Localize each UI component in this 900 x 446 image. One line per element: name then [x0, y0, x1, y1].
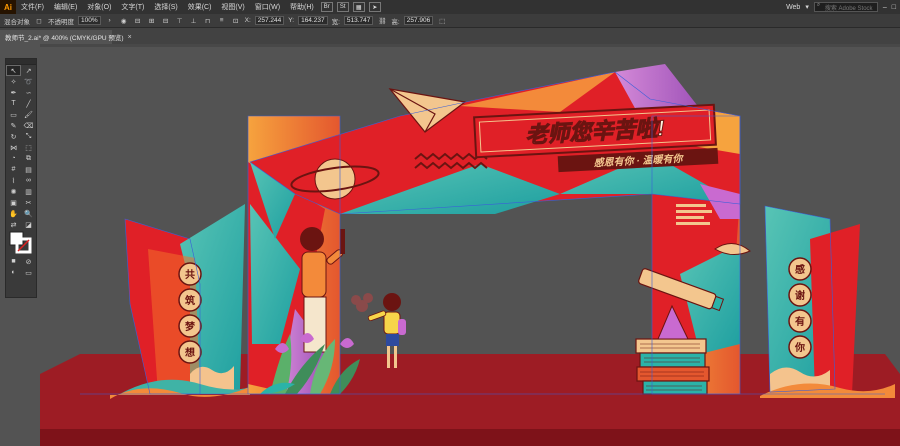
menu-file[interactable]: 文件(F) [16, 2, 49, 12]
recolor-icon[interactable]: ◉ [119, 16, 129, 25]
w-input[interactable]: 513.747 [343, 16, 374, 25]
screen-mode-icon[interactable]: ▭ [21, 267, 36, 278]
menu-bar: Ai 文件(F) 编辑(E) 对象(O) 文字(T) 选择(S) 效果(C) 视… [0, 0, 900, 14]
curvature-tool-icon[interactable]: ∽ [21, 87, 36, 98]
distribute-icon[interactable]: ≡ [217, 16, 227, 25]
chevron-right-icon[interactable]: › [105, 16, 115, 25]
y-label: Y: [288, 17, 295, 24]
align-center-icon[interactable]: ⊞ [147, 16, 157, 25]
paintbrush-tool-icon[interactable]: 🖌 [21, 109, 36, 120]
artboard-edge [40, 44, 900, 47]
minimize-icon[interactable]: – [883, 4, 887, 11]
selection-tool-icon[interactable]: ↖ [6, 65, 21, 76]
menu-select[interactable]: 选择(S) [149, 2, 182, 12]
right-flag-char: 感 [795, 263, 805, 276]
none-mode-icon[interactable]: ⊘ [21, 256, 36, 267]
stage-front-shadow [40, 429, 900, 446]
chevron-down-icon[interactable]: ▾ [805, 3, 809, 11]
gradient-tool-icon[interactable]: ▤ [21, 164, 36, 175]
menu-type[interactable]: 文字(T) [116, 2, 149, 12]
swap-colors-icon[interactable]: ⇄ [6, 219, 21, 230]
direct-selection-tool-icon[interactable]: ↗ [21, 65, 36, 76]
menu-view[interactable]: 视图(V) [216, 2, 249, 12]
align-middle-icon[interactable]: ⊥ [189, 16, 199, 25]
artboard-tool-icon[interactable]: ▣ [6, 197, 21, 208]
maximize-icon[interactable]: □ [892, 4, 896, 11]
send-icon[interactable]: ➤ [368, 2, 381, 12]
right-flag-char: 有 [795, 315, 805, 328]
document-tab-bar: 教师节_2.ai* @ 400% (CMYK/GPU 预览) × [0, 28, 900, 44]
pen-tool-icon[interactable]: ✒ [6, 87, 21, 98]
left-flag-char: 筑 [185, 294, 195, 307]
control-bar: 混合对象 ◻ 不透明度 100% › ◉ ⊟ ⊞ ⊟ ⊤ ⊥ ⊓ ≡ ⊡ X: … [0, 14, 900, 28]
x-label: X: [244, 17, 251, 24]
scale-tool-icon[interactable]: ⤡ [21, 131, 36, 142]
document-tab[interactable]: 教师节_2.ai* @ 400% (CMYK/GPU 预览) × [0, 30, 132, 44]
line-tool-icon[interactable]: ╱ [21, 98, 36, 109]
hand-tool-icon[interactable]: ✋ [6, 208, 21, 219]
align-bottom-icon[interactable]: ⊓ [203, 16, 213, 25]
width-tool-icon[interactable]: ⋈ [6, 142, 21, 153]
color-mode-icon[interactable]: ■ [6, 256, 21, 267]
free-transform-tool-icon[interactable]: ⬚ [21, 142, 36, 153]
stock-search-input[interactable]: 搜索 Adobe Stock [813, 2, 878, 12]
link-icon[interactable]: ⛓ [377, 16, 387, 25]
opacity-input[interactable]: 100% [78, 16, 101, 25]
opacity-label: 不透明度 [48, 18, 74, 26]
app-logo: Ai [0, 0, 16, 14]
rectangle-tool-icon[interactable]: ▭ [6, 109, 21, 120]
left-flag-char: 梦 [185, 320, 196, 333]
event-arch-artwork: 共 筑 梦 想 感 谢 有 你 老师您辛苦啦! 感恩有你 · 温暖有你 [40, 44, 900, 446]
close-icon[interactable]: × [128, 34, 132, 41]
selection-type-label: 混合对象 [4, 18, 30, 26]
h-input[interactable]: 257.906 [403, 16, 434, 25]
menu-help[interactable]: 帮助(H) [285, 2, 319, 12]
align-right-icon[interactable]: ⊟ [161, 16, 171, 25]
perspective-grid-tool-icon[interactable]: ⧉ [21, 153, 36, 164]
rotate-tool-icon[interactable]: ↻ [6, 131, 21, 142]
illustrator-window: Ai 文件(F) 编辑(E) 对象(O) 文字(T) 选择(S) 效果(C) 视… [0, 0, 900, 446]
menu-window[interactable]: 窗口(W) [250, 2, 285, 12]
stroke-swatch-icon[interactable]: ◻ [34, 16, 44, 25]
align-top-icon[interactable]: ⊤ [175, 16, 185, 25]
default-colors-icon[interactable]: ◪ [21, 219, 36, 230]
align-left-icon[interactable]: ⊟ [133, 16, 143, 25]
eyedropper-tool-icon[interactable]: ⌇ [6, 175, 21, 186]
left-flag-char: 共 [185, 268, 195, 281]
type-tool-icon[interactable]: T [6, 98, 21, 109]
reference-point-icon[interactable]: ⊡ [231, 16, 241, 25]
document-tab-label: 教师节_2.ai* @ 400% (CMYK/GPU 预览) [5, 35, 124, 42]
fill-stroke-icon [9, 231, 32, 254]
slice-tool-icon[interactable]: ✂ [21, 197, 36, 208]
menu-effect[interactable]: 效果(C) [183, 2, 217, 12]
shape-builder-tool-icon[interactable]: ◔ [6, 153, 21, 164]
transform-icon[interactable]: ⬚ [437, 16, 447, 25]
w-label: 宽: [331, 18, 340, 26]
tools-panel: ↖ ↗ ✧ ➰ ✒ ∽ T ╱ ▭ 🖌 ✎ ⌫ ↻ ⤡ ⋈ ⬚ ◔ ⧉ # ▤ ⌇ ∞ ✺ ▥ ▣ ✂ ✋… [5, 58, 37, 298]
right-flag-char: 谢 [795, 289, 805, 302]
stock-button[interactable]: St [336, 2, 349, 12]
shaper-tool-icon[interactable]: ✎ [6, 120, 21, 131]
magic-wand-tool-icon[interactable]: ✧ [6, 76, 21, 87]
menu-object[interactable]: 对象(O) [82, 2, 116, 12]
blend-tool-icon[interactable]: ∞ [21, 175, 36, 186]
bridge-button[interactable]: Br [320, 2, 333, 12]
eraser-tool-icon[interactable]: ⌫ [21, 120, 36, 131]
artboard-canvas[interactable]: 共 筑 梦 想 感 谢 有 你 老师您辛苦啦! 感恩有你 · 温暖有你 [40, 44, 900, 446]
symbol-sprayer-tool-icon[interactable]: ✺ [6, 186, 21, 197]
grid-icon[interactable]: ▦ [352, 2, 365, 12]
draw-mode-icon[interactable]: ◐ [6, 267, 21, 278]
zoom-tool-icon[interactable]: 🔍 [21, 208, 36, 219]
fill-stroke-swatches[interactable] [6, 230, 36, 256]
h-label: 高: [391, 18, 400, 26]
lasso-tool-icon[interactable]: ➰ [21, 76, 36, 87]
mesh-tool-icon[interactable]: # [6, 164, 21, 175]
workspace-switcher[interactable]: Web [786, 4, 800, 11]
y-input[interactable]: 164.237 [298, 16, 328, 25]
x-input[interactable]: 257.244 [254, 16, 285, 25]
column-graph-tool-icon[interactable]: ▥ [21, 186, 36, 197]
right-flag-char: 你 [794, 341, 805, 354]
left-flag-char: 想 [184, 346, 195, 359]
menu-edit[interactable]: 编辑(E) [49, 2, 82, 12]
